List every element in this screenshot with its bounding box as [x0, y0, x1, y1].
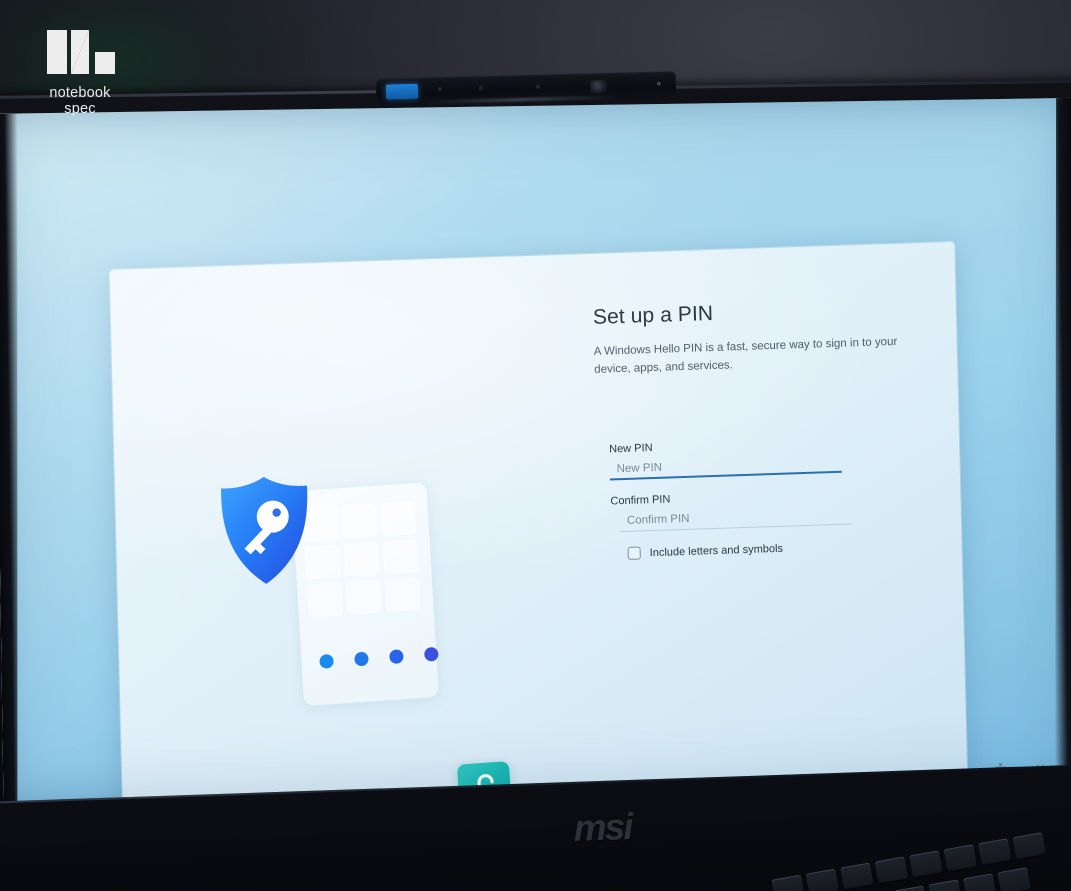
screen-left-bezel-edge [0, 114, 27, 804]
keypad-key [384, 576, 421, 613]
laptop-screen: Set up a PIN A Windows Hello PIN is a fa… [0, 97, 1071, 804]
dialog-header: Set up a PIN A Windows Hello PIN is a fa… [593, 295, 925, 380]
keyboard-key [962, 873, 997, 891]
keyboard-key [771, 874, 805, 891]
setup-pin-dialog: Set up a PIN A Windows Hello PIN is a fa… [109, 241, 970, 804]
pin-form: New PIN Confirm PIN [609, 435, 862, 560]
webcam-sensor-dot [656, 81, 661, 86]
confirm-pin-field[interactable] [619, 502, 853, 533]
page-title: Set up a PIN [592, 301, 714, 329]
keypad-key-grid [302, 501, 421, 618]
laptop-lid: Set up a PIN A Windows Hello PIN is a fa… [0, 71, 1071, 891]
webcam-sensor-dot [478, 86, 483, 91]
new-pin-group: New PIN [609, 435, 860, 481]
watermark-logo: notebook spec [20, 26, 140, 117]
keypad-key [343, 541, 380, 577]
keypad-key [306, 582, 343, 618]
keypad-key [345, 579, 382, 615]
pin-illustration [215, 466, 530, 804]
pin-dot [423, 646, 439, 662]
webcam-sensor-dot [437, 87, 442, 92]
webcam-icon [589, 79, 608, 94]
notebookspec-logo-icon [41, 26, 119, 78]
keyboard-key [909, 850, 943, 878]
keypad-key [380, 501, 417, 537]
pin-dot [319, 653, 334, 669]
keyboard-key [928, 879, 962, 891]
confirm-pin-group: Confirm PIN [610, 487, 861, 533]
pin-dot [354, 651, 369, 667]
include-letters-label: Include letters and symbols [649, 542, 784, 559]
keyboard-key [893, 885, 928, 891]
webcam-sensor-dot [535, 84, 540, 89]
keyboard-key [840, 862, 874, 890]
include-letters-checkbox[interactable] [627, 546, 641, 560]
pin-dot [389, 649, 404, 665]
screenshot-root: Set up a PIN A Windows Hello PIN is a fa… [0, 0, 1071, 891]
webcam-highlight [421, 95, 622, 104]
include-letters-checkbox-row[interactable]: Include letters and symbols [627, 539, 862, 560]
keypad-key [382, 539, 419, 575]
keyboard-key [874, 856, 909, 884]
keyboard-key [1012, 832, 1046, 859]
keyboard-key [943, 844, 977, 872]
webcam-indicator-light-icon [385, 83, 419, 100]
keyboard-key [978, 838, 1012, 866]
keyboard-key [805, 868, 840, 891]
dialog-subtitle: A Windows Hello PIN is a fast, secure wa… [593, 335, 898, 376]
watermark-line-1: notebook [49, 85, 111, 101]
shield-with-key-icon [221, 476, 308, 584]
screen-right-bezel-edge [1045, 98, 1071, 788]
new-pin-field[interactable] [609, 450, 842, 481]
watermark-line-2: spec [64, 101, 96, 118]
brand-logo: msi [573, 805, 633, 849]
keyboard-key [997, 867, 1031, 891]
keypad-key [341, 503, 378, 540]
pin-dots-group [319, 646, 439, 669]
